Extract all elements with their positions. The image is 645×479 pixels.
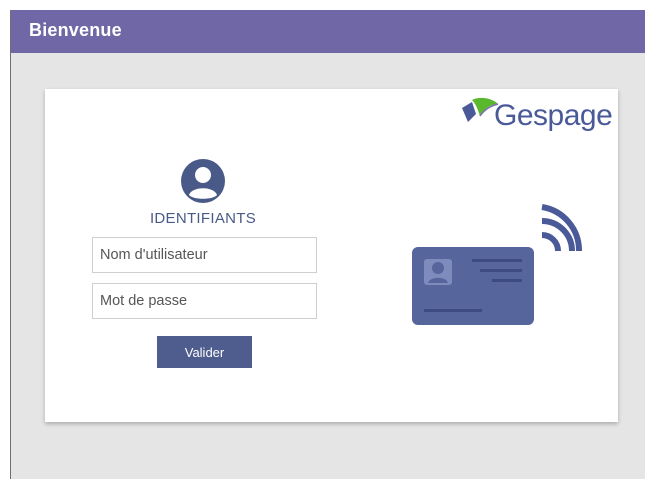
submit-button[interactable]: Valider xyxy=(157,336,252,368)
user-circle-icon xyxy=(181,159,225,203)
window: Bienvenue Gespage IDENTIFIANTS Valider xyxy=(10,10,645,479)
logo-text: Gespage xyxy=(494,99,613,132)
login-card: Gespage IDENTIFIANTS Valider xyxy=(45,89,618,422)
identifiants-heading: IDENTIFIANTS xyxy=(149,210,257,227)
username-input[interactable] xyxy=(92,237,317,273)
gespage-logo: Gespage xyxy=(458,94,618,139)
contactless-id-card-icon xyxy=(412,204,582,325)
title-bar: Bienvenue xyxy=(11,10,645,53)
password-input[interactable] xyxy=(92,283,317,319)
window-title: Bienvenue xyxy=(29,20,122,40)
